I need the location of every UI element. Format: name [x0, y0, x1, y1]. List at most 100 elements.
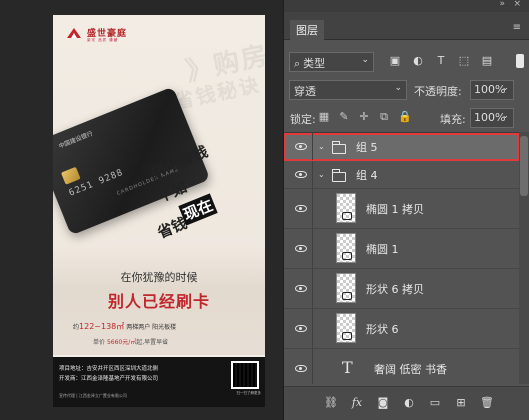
qr-code-icon	[231, 361, 259, 389]
card-bank-name: 中国建设银行	[57, 130, 94, 151]
add-mask-icon[interactable]: ◙	[376, 395, 390, 411]
close-panel-icon[interactable]: ×	[513, 0, 521, 9]
panel-menu-icon[interactable]: ≡	[513, 22, 521, 33]
collapse-panels-icon[interactable]: »	[499, 0, 505, 9]
layer-name[interactable]: 椭圆 1	[366, 241, 399, 257]
layer-name[interactable]: 组 4	[356, 167, 378, 183]
chevron-down-icon: ⌄	[501, 111, 509, 121]
text-layer-icon: T	[342, 358, 353, 377]
blend-mode-select[interactable]: 穿透 ⌄	[289, 80, 407, 100]
layer-name[interactable]: 奢阔 低密 书香	[374, 361, 447, 377]
lock-image-icon[interactable]: ✎	[338, 110, 350, 124]
area-value: 122~138㎡	[79, 322, 125, 331]
panel-top-strip: » ×	[284, 0, 529, 12]
layer-name[interactable]: 形状 6 拷贝	[366, 281, 424, 297]
panel-tab-bar: 图层 ≡	[284, 12, 529, 40]
lock-position-icon[interactable]: ✛	[358, 110, 370, 124]
filter-type-icon[interactable]: T	[434, 54, 448, 68]
document-canvas-area[interactable]: 盛世豪庭 豪宅 品质 臻藏 》购房 省钱秘诀 中国建设银行 6251 9288 …	[0, 0, 283, 420]
lock-icons: ▦ ✎ ✛ ⧉ 🔒	[318, 110, 412, 124]
layer-list[interactable]: ⌄ 组 5 ⌄ 组 4 椭圆 1 拷贝 椭圆 1 形状 6 拷贝 形状 6 T …	[284, 132, 520, 384]
blend-mode-value: 穿透	[294, 85, 316, 98]
shape-badge-icon	[342, 332, 352, 340]
folder-icon	[331, 169, 346, 182]
layer-row-shape-6-copy[interactable]: 形状 6 拷贝	[284, 269, 520, 309]
opacity-input[interactable]: 100% ⌄	[470, 80, 514, 100]
expand-caret-icon[interactable]: ⌄	[318, 142, 325, 151]
area-info: 约122~138㎡ 两梯两户 阳光板楼	[73, 321, 176, 332]
visibility-eye-icon[interactable]	[294, 282, 308, 296]
visibility-eye-icon[interactable]	[294, 322, 308, 336]
adjustment-layer-icon[interactable]: ◐	[402, 395, 416, 411]
visibility-eye-icon[interactable]	[294, 362, 308, 376]
layer-name[interactable]: 椭圆 1 拷贝	[366, 201, 424, 217]
chevron-down-icon: ⌄	[501, 83, 509, 93]
shape-badge-icon	[342, 212, 352, 220]
link-layers-icon[interactable]: ⛓	[324, 395, 338, 411]
filter-row: ⌕ 类型 ⌄ ▣ ◐ T ⬚ ▤	[284, 44, 529, 76]
filter-pixel-icon[interactable]: ▣	[388, 54, 402, 68]
visibility-eye-icon[interactable]	[294, 140, 308, 154]
layer-row-text[interactable]: T 奢阔 低密 书香	[284, 349, 520, 384]
layer-row-group-5[interactable]: ⌄ 组 5	[284, 133, 520, 161]
visibility-eye-icon[interactable]	[294, 202, 308, 216]
layer-thumbnail	[336, 193, 356, 223]
panel-bottom-bar: ⛓ fx ◙ ◐ ▭ ⊞ 🗑	[284, 386, 529, 420]
visibility-eye-icon[interactable]	[294, 242, 308, 256]
layer-row-group-4[interactable]: ⌄ 组 4	[284, 161, 520, 189]
blend-row: 穿透 ⌄ 不透明度: 100% ⌄	[284, 78, 529, 102]
layer-name[interactable]: 形状 6	[366, 321, 399, 337]
layer-thumbnail	[336, 273, 356, 303]
chevron-down-icon: ⌄	[361, 55, 369, 65]
lock-all-icon[interactable]: 🔒	[398, 110, 412, 124]
fill-label: 填充:	[440, 113, 466, 126]
tagline-1: 在你犹豫的时候	[120, 271, 198, 284]
lock-row: 锁定: ▦ ✎ ✛ ⧉ 🔒 填充: 100% ⌄	[284, 106, 529, 130]
layer-thumbnail	[336, 313, 356, 343]
footer-agent: 宣传代理 | 江西金泽立广置业有限公司	[59, 393, 127, 398]
bottom-icons: ⛓ fx ◙ ◐ ▭ ⊞ 🗑	[324, 395, 494, 411]
layer-list-scrollbar[interactable]	[519, 132, 529, 384]
filter-kind-select[interactable]: ⌕ 类型 ⌄	[289, 52, 374, 72]
shape-badge-icon	[342, 292, 352, 300]
expand-caret-icon[interactable]: ⌄	[318, 170, 325, 179]
logo-subtitle: 豪宅 品质 臻藏	[87, 38, 119, 42]
area-suffix: 两梯两户 阳光板楼	[126, 324, 177, 331]
lock-artboard-icon[interactable]: ⧉	[378, 110, 390, 124]
price-prefix: 单价	[93, 339, 106, 346]
opacity-label: 不透明度:	[414, 85, 462, 98]
price-info: 单价 5660元/㎡起,早置早省	[93, 337, 168, 346]
chevron-down-icon: ⌄	[394, 83, 402, 93]
filter-adjustment-icon[interactable]: ◐	[411, 54, 425, 68]
qr-caption: 扫一扫了解更多	[236, 391, 262, 395]
price-value: 5660元/㎡	[106, 339, 137, 346]
new-layer-icon[interactable]: ⊞	[454, 395, 468, 411]
visibility-eye-icon[interactable]	[294, 168, 308, 182]
footer-developer: 开发商：江西金泽隆基地产开发有限公司	[59, 376, 159, 382]
lock-transparency-icon[interactable]: ▦	[318, 110, 330, 124]
poster-footer: 项目地址：吉安井开区西区深圳大道北侧 开发商：江西金泽隆基地产开发有限公司 宣传…	[53, 357, 265, 407]
poster-artwork[interactable]: 盛世豪庭 豪宅 品质 臻藏 》购房 省钱秘诀 中国建设银行 6251 9288 …	[53, 15, 265, 407]
shape-badge-icon	[342, 252, 352, 260]
tab-layers[interactable]: 图层	[290, 20, 324, 40]
delete-layer-icon[interactable]: 🗑	[480, 395, 494, 411]
search-icon: ⌕	[294, 57, 301, 70]
fill-input[interactable]: 100% ⌄	[470, 108, 514, 128]
filter-icons: ▣ ◐ T ⬚ ▤	[388, 54, 494, 68]
layer-row-shape-6[interactable]: 形状 6	[284, 309, 520, 349]
logo-mark-icon	[65, 25, 83, 39]
layers-panel: » × 图层 ≡ ⌕ 类型 ⌄ ▣ ◐ T ⬚ ▤ 穿透 ⌄ 不透明度: 100%…	[283, 0, 529, 420]
layer-row-ellipse-1[interactable]: 椭圆 1	[284, 229, 520, 269]
layer-name[interactable]: 组 5	[356, 139, 378, 155]
scrollbar-thumb[interactable]	[520, 136, 528, 196]
footer-address: 项目地址：吉安井开区西区深圳大道北侧	[59, 366, 159, 372]
new-group-icon[interactable]: ▭	[428, 395, 442, 411]
filter-smart-object-icon[interactable]: ▤	[480, 54, 494, 68]
poster-logo: 盛世豪庭	[65, 25, 127, 39]
logo-name: 盛世豪庭	[87, 28, 128, 39]
layer-style-fx-icon[interactable]: fx	[350, 395, 364, 411]
layer-row-ellipse-1-copy[interactable]: 椭圆 1 拷贝	[284, 189, 520, 229]
filter-shape-icon[interactable]: ⬚	[457, 54, 471, 68]
filter-toggle[interactable]	[516, 54, 524, 68]
lock-label: 锁定:	[290, 113, 316, 126]
